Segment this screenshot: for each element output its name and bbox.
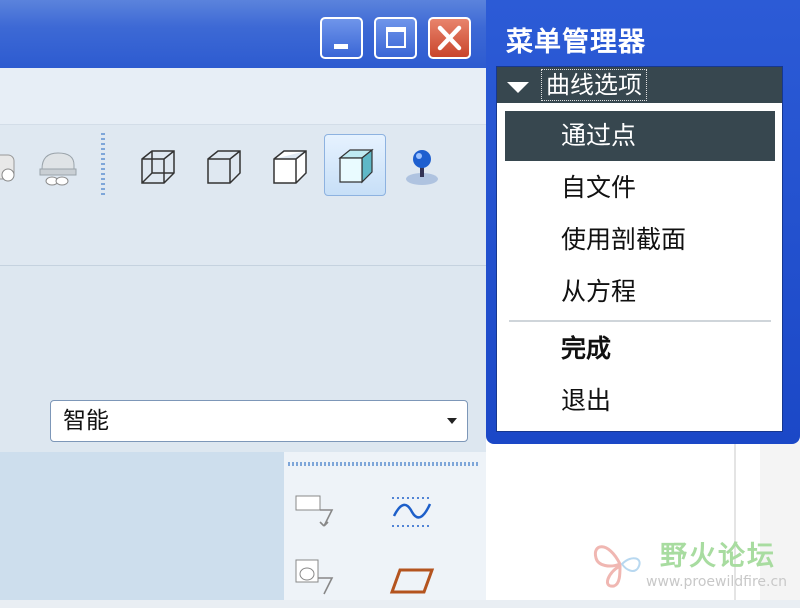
menu-item-from-equation[interactable]: 从方程 (505, 267, 775, 317)
menu-item-through-points[interactable]: 通过点 (505, 111, 775, 161)
watermark-title: 野火论坛 (660, 541, 776, 572)
toolbar-separator-horizontal (288, 462, 478, 466)
toolbar-separator (101, 133, 105, 195)
menu-item-quit[interactable]: 退出 (505, 376, 775, 426)
butterfly-logo-icon (593, 545, 641, 588)
lower-left-panel (0, 452, 284, 600)
menu-manager-title: 菜单管理器 (506, 27, 646, 58)
chevron-down-icon (447, 418, 457, 424)
close-button[interactable] (428, 17, 471, 59)
minimize-button[interactable] (320, 17, 363, 59)
menu-manager-window: 菜单管理器 曲线选项 通过点 自文件 使用剖截面 从方程 完成 退出 (486, 0, 800, 444)
datum-plane-icon[interactable] (388, 560, 436, 604)
maximize-button[interactable] (374, 17, 417, 59)
forum-watermark: 野火论坛 www.proewildfire.cn (588, 530, 798, 600)
view-iso-icon[interactable] (136, 145, 180, 189)
view-side-icon[interactable] (268, 145, 312, 189)
menu-item-use-xsec[interactable]: 使用剖截面 (505, 215, 775, 265)
datum-curve-tool-icon[interactable] (292, 554, 340, 598)
menu-item-from-file[interactable]: 自文件 (505, 163, 775, 213)
menu-item-done[interactable]: 完成 (505, 324, 775, 374)
menu-bar (0, 68, 486, 125)
main-window: 智能 (0, 0, 486, 600)
datum-point-tool-icon[interactable] (292, 490, 340, 534)
appearance-ball-icon[interactable] (400, 145, 444, 189)
minimize-icon (334, 44, 348, 49)
window-title-bar[interactable] (0, 0, 486, 68)
close-icon (437, 25, 462, 51)
watermark-url: www.proewildfire.cn (646, 574, 788, 590)
model-tree-icon[interactable] (36, 145, 80, 189)
layer-icon[interactable] (0, 145, 22, 189)
curve-options-label: 曲线选项 (541, 69, 647, 101)
curve-options-header[interactable]: 曲线选项 (497, 67, 782, 103)
menu-manager-panel: 曲线选项 通过点 自文件 使用剖截面 从方程 完成 退出 (496, 66, 783, 432)
menu-divider (509, 320, 771, 322)
maximize-icon (386, 27, 406, 48)
selection-filter-value: 智能 (63, 408, 109, 434)
view-shaded-icon[interactable] (324, 134, 386, 196)
toolbar (0, 125, 486, 266)
view-front-icon[interactable] (202, 145, 246, 189)
sketched-curve-icon[interactable] (388, 490, 436, 534)
selection-filter-dropdown[interactable]: 智能 (50, 400, 468, 442)
collapse-triangle-icon[interactable] (507, 82, 529, 93)
